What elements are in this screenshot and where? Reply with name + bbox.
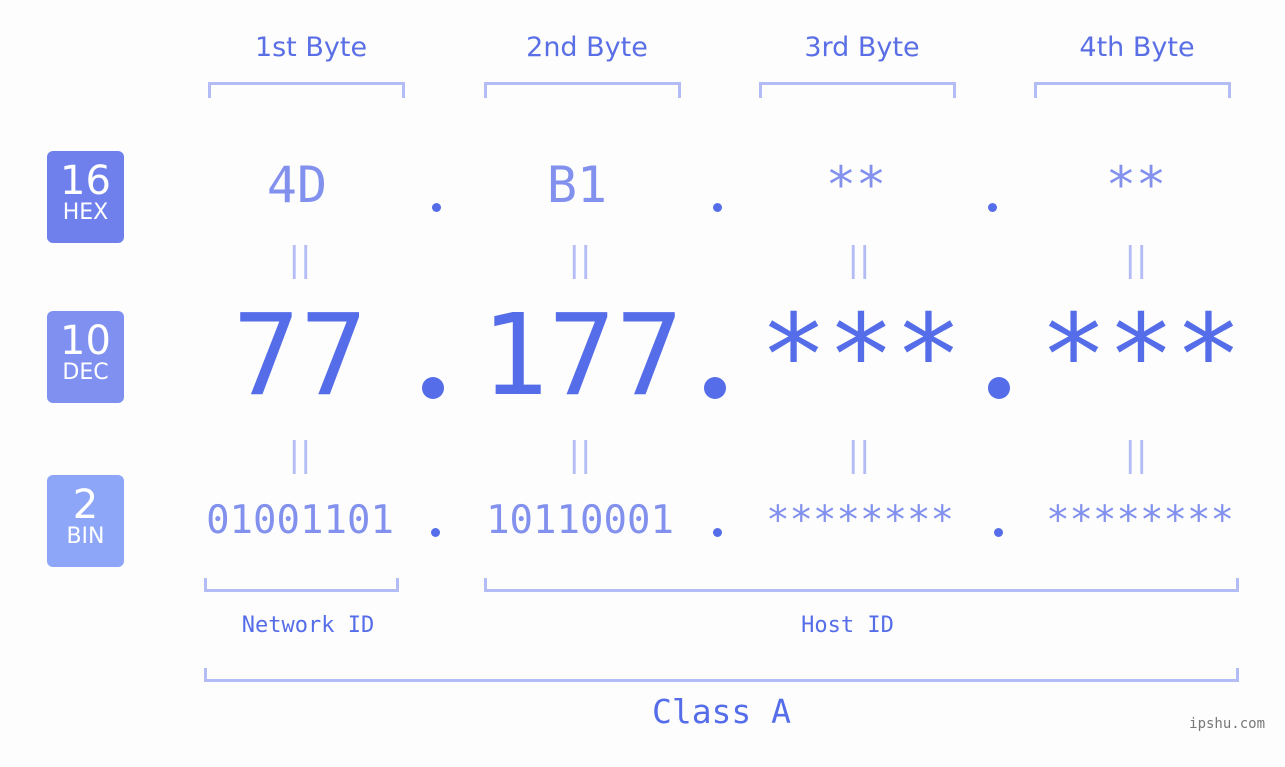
hex-value-1: 4D bbox=[266, 156, 328, 214]
dec-separator-dot bbox=[988, 377, 1010, 399]
byte-header-1: 1st Byte bbox=[254, 32, 368, 63]
bin-value-1: 01001101 bbox=[206, 498, 394, 543]
hex-badge: 16 HEX bbox=[47, 151, 124, 243]
hex-value-2: B1 bbox=[546, 156, 608, 214]
bin-badge: 2 BIN bbox=[47, 475, 124, 567]
byte-bracket-4 bbox=[1034, 82, 1231, 98]
hex-separator-dot bbox=[432, 203, 441, 212]
dec-base-label: DEC bbox=[62, 360, 109, 385]
hex-separator-dot bbox=[988, 203, 997, 212]
hex-value-4: ** bbox=[1105, 156, 1167, 214]
bin-separator-dot bbox=[713, 528, 722, 537]
equals-sign: || bbox=[568, 240, 592, 280]
byte-bracket-2 bbox=[484, 82, 681, 98]
byte-header-2: 2nd Byte bbox=[526, 32, 648, 63]
equals-sign: || bbox=[847, 435, 871, 475]
bin-separator-dot bbox=[431, 528, 440, 537]
equals-sign: || bbox=[288, 435, 312, 475]
dec-separator-dot bbox=[704, 377, 726, 399]
dec-value-4: *** bbox=[1039, 291, 1243, 421]
dec-badge: 10 DEC bbox=[47, 311, 124, 403]
hex-value-3: ** bbox=[825, 156, 887, 214]
bin-base-number: 2 bbox=[72, 482, 99, 528]
hex-separator-dot bbox=[713, 203, 722, 212]
dec-separator-dot bbox=[422, 377, 444, 399]
hex-base-label: HEX bbox=[62, 200, 109, 225]
host-id-bracket bbox=[484, 578, 1239, 592]
bin-separator-dot bbox=[994, 528, 1003, 537]
hex-base-number: 16 bbox=[60, 158, 111, 204]
ip-class-label: Class A bbox=[651, 692, 792, 731]
equals-sign: || bbox=[1124, 240, 1148, 280]
class-bracket bbox=[204, 668, 1239, 682]
watermark: ipshu.com bbox=[1189, 716, 1265, 732]
host-id-label: Host ID bbox=[801, 613, 894, 638]
dec-value-1: 77 bbox=[232, 291, 368, 421]
equals-sign: || bbox=[568, 435, 592, 475]
bin-value-2: 10110001 bbox=[486, 498, 674, 543]
equals-sign: || bbox=[1124, 435, 1148, 475]
byte-bracket-3 bbox=[759, 82, 956, 98]
equals-sign: || bbox=[288, 240, 312, 280]
byte-bracket-1 bbox=[208, 82, 405, 98]
network-id-bracket bbox=[204, 578, 399, 592]
network-id-label: Network ID bbox=[241, 613, 375, 638]
bin-value-3: ******** bbox=[766, 498, 954, 543]
byte-header-3: 3rd Byte bbox=[804, 32, 920, 63]
bin-base-label: BIN bbox=[66, 524, 105, 549]
dec-value-3: *** bbox=[759, 291, 963, 421]
equals-sign: || bbox=[847, 240, 871, 280]
bin-value-4: ******** bbox=[1046, 498, 1234, 543]
dec-base-number: 10 bbox=[60, 318, 111, 364]
dec-value-2: 177 bbox=[480, 291, 684, 421]
byte-header-4: 4th Byte bbox=[1079, 32, 1195, 63]
